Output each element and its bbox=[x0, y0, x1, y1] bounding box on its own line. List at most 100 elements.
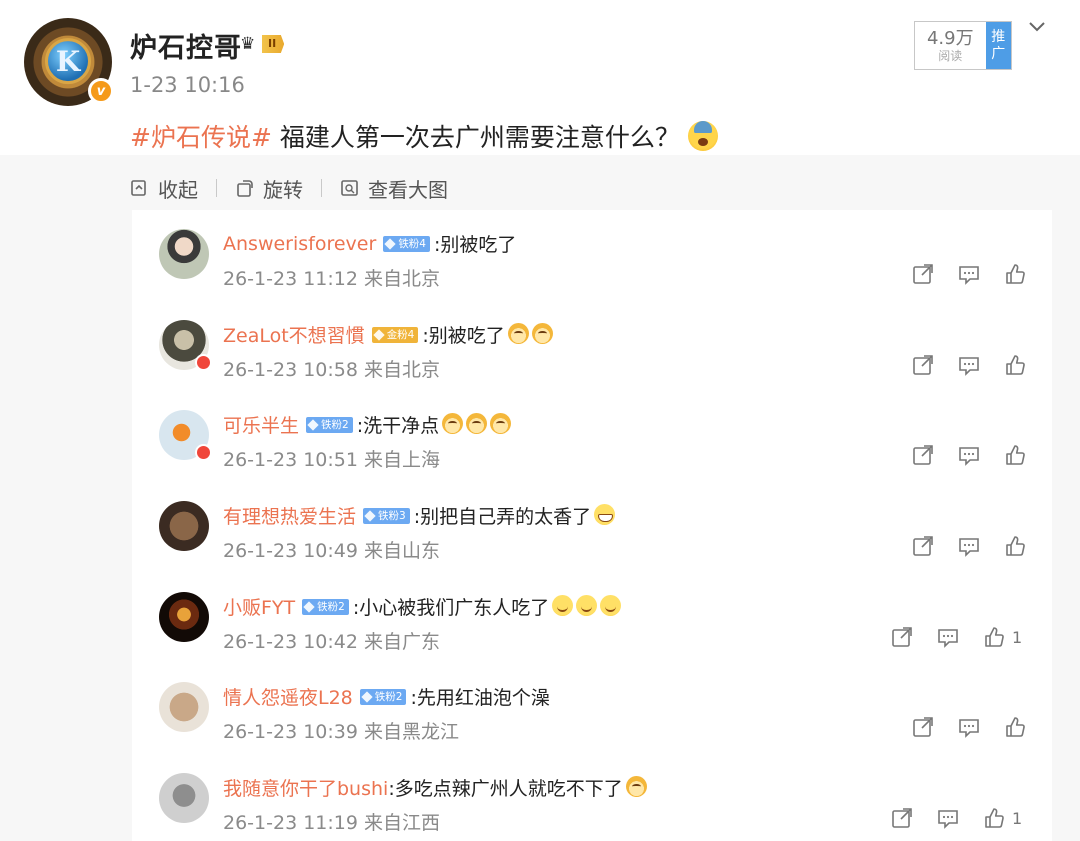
promote-label-2: 广 bbox=[991, 45, 1006, 62]
rotate-icon bbox=[237, 180, 253, 197]
share-icon[interactable] bbox=[890, 806, 914, 830]
commenter-name[interactable]: 小贩FYT bbox=[223, 593, 295, 620]
view-large-button[interactable]: 查看大图 bbox=[340, 174, 448, 203]
level-tag: II bbox=[262, 35, 285, 53]
comments-list: Answerisforever 铁粉4:别被吃了 26-1-23 11:12 来自北… bbox=[132, 210, 1052, 841]
diamond-icon bbox=[307, 418, 319, 431]
verified-badge-icon bbox=[195, 444, 212, 461]
fan-badge-label: 铁粉3 bbox=[378, 509, 406, 522]
collapse-button[interactable]: 收起 bbox=[130, 174, 198, 203]
author-name[interactable]: 炉石控哥 bbox=[130, 26, 242, 65]
share-icon[interactable] bbox=[911, 534, 935, 558]
like-icon[interactable] bbox=[1003, 715, 1027, 739]
comment-line: 小贩FYT 铁粉2:小心被我们广东人吃了 bbox=[223, 593, 622, 620]
diamond-icon bbox=[361, 690, 373, 703]
member-level-badge[interactable]: ♛ II bbox=[240, 33, 302, 55]
like-icon[interactable] bbox=[1003, 534, 1027, 558]
fan-badge-label: 铁粉2 bbox=[321, 418, 349, 431]
comment-text: :小心被我们广东人吃了 bbox=[352, 597, 550, 619]
commenter-name[interactable]: 可乐半生 bbox=[223, 411, 299, 438]
like-icon[interactable] bbox=[982, 625, 1006, 649]
dog-emoji-icon bbox=[442, 413, 464, 434]
avatar-image bbox=[159, 501, 209, 551]
fan-badge[interactable]: 铁粉3 bbox=[363, 507, 410, 524]
comment-item: 有理想热爱生活 铁粉3:别把自己弄的太香了 26-1-23 10:49 来自山东 bbox=[132, 482, 1052, 573]
like-icon[interactable] bbox=[1003, 353, 1027, 377]
commenter-avatar[interactable] bbox=[159, 410, 212, 461]
avatar-image bbox=[159, 773, 209, 823]
commenter-avatar[interactable] bbox=[159, 501, 209, 551]
like-icon[interactable] bbox=[1003, 262, 1027, 286]
verified-badge-icon: v bbox=[88, 78, 114, 104]
scared-emoji-icon bbox=[687, 121, 718, 151]
fan-badge[interactable]: 金粉4 bbox=[371, 326, 419, 343]
rotate-button[interactable]: 旋转 bbox=[235, 174, 303, 203]
hashtag-link[interactable]: #炉石传说# bbox=[130, 118, 272, 154]
like-icon[interactable] bbox=[982, 806, 1006, 830]
promote-label-1: 推 bbox=[991, 28, 1006, 45]
commenter-name[interactable]: 有理想热爱生活 bbox=[223, 502, 356, 529]
comment-icon[interactable] bbox=[936, 806, 960, 830]
comment-icon[interactable] bbox=[957, 443, 981, 467]
fan-badge[interactable]: 铁粉2 bbox=[302, 598, 349, 615]
comment-line: 情人怨遥夜L28 铁粉2:先用红油泡个澡 bbox=[223, 683, 550, 710]
comment-icon[interactable] bbox=[957, 715, 981, 739]
view-large-label: 查看大图 bbox=[368, 177, 448, 202]
promote-button[interactable]: 推 广 bbox=[985, 22, 1011, 69]
comment-line: 有理想热爱生活 铁粉3 :别把自己弄的太香了 bbox=[223, 502, 616, 529]
comment-item: 可乐半生 铁粉2:洗干净点 26-1-23 10:51 来自上海 bbox=[132, 391, 1052, 482]
smile-emoji-icon bbox=[576, 595, 598, 616]
commenter-name[interactable]: 我随意你干了bushi bbox=[223, 774, 388, 801]
smile-emoji-icon bbox=[552, 595, 574, 616]
like-icon[interactable] bbox=[1003, 443, 1027, 467]
comment-meta: 26-1-23 11:12 来自北京 bbox=[223, 268, 440, 290]
comment-meta: 26-1-23 11:19 来自江西 bbox=[223, 812, 440, 834]
diamond-icon bbox=[364, 509, 376, 522]
comment-meta: 26-1-23 10:51 来自上海 bbox=[223, 449, 440, 471]
author-avatar[interactable]: K v bbox=[24, 18, 114, 106]
commenter-avatar[interactable] bbox=[159, 320, 212, 371]
verified-badge-icon bbox=[195, 354, 212, 371]
commenter-name[interactable]: ZeaLot不想習慣 bbox=[223, 321, 365, 348]
fan-badge[interactable]: 铁粉2 bbox=[359, 688, 407, 705]
comment-item: 情人怨遥夜L28 铁粉2:先用红油泡个澡 26-1-23 10:39 来自黑龙江 bbox=[132, 663, 1052, 754]
commenter-name[interactable]: Answerisforever bbox=[223, 233, 376, 255]
commenter-avatar[interactable] bbox=[159, 592, 209, 642]
share-icon[interactable] bbox=[911, 715, 935, 739]
share-icon[interactable] bbox=[890, 625, 914, 649]
comment-line: Answerisforever 铁粉4:别被吃了 bbox=[223, 230, 516, 257]
share-icon[interactable] bbox=[911, 262, 935, 286]
dog-emoji-icon bbox=[466, 413, 488, 434]
comment-item: ZeaLot不想習慣 金粉4:别被吃了 26-1-23 10:58 来自北京 bbox=[132, 301, 1052, 392]
commenter-name[interactable]: 情人怨遥夜L28 bbox=[223, 683, 353, 710]
comment-text: :别把自己弄的太香了 bbox=[413, 506, 592, 528]
comment-actions bbox=[911, 353, 1027, 377]
dog-emoji-icon bbox=[490, 413, 512, 434]
comment-meta: 26-1-23 10:39 来自黑龙江 bbox=[223, 721, 459, 743]
comment-icon[interactable] bbox=[957, 534, 981, 558]
comment-item: 小贩FYT 铁粉2:小心被我们广东人吃了 26-1-23 10:42 来自广东 1 bbox=[132, 573, 1052, 664]
rotate-label: 旋转 bbox=[263, 177, 303, 202]
commenter-avatar[interactable] bbox=[159, 773, 209, 823]
toolbar-divider bbox=[321, 179, 322, 197]
commenter-avatar[interactable] bbox=[159, 682, 209, 732]
comment-icon[interactable] bbox=[957, 353, 981, 377]
comment-text: :别被吃了 bbox=[434, 234, 517, 256]
commenter-avatar[interactable] bbox=[159, 229, 209, 279]
share-icon[interactable] bbox=[911, 443, 935, 467]
chevron-down-icon[interactable] bbox=[1028, 18, 1046, 36]
comment-icon[interactable] bbox=[957, 262, 981, 286]
smile-emoji-icon bbox=[600, 595, 622, 616]
share-icon[interactable] bbox=[911, 353, 935, 377]
read-stat: 4.9万 阅读 bbox=[915, 22, 986, 69]
avatar-image bbox=[159, 592, 209, 642]
fan-badge[interactable]: 铁粉4 bbox=[383, 235, 430, 252]
fan-badge[interactable]: 铁粉2 bbox=[306, 416, 353, 433]
comment-meta: 26-1-23 10:42 来自广东 bbox=[223, 631, 440, 653]
comment-actions bbox=[911, 262, 1027, 286]
comment-actions bbox=[911, 443, 1027, 467]
diamond-icon bbox=[303, 600, 315, 613]
post-timestamp[interactable]: 1-23 10:16 bbox=[130, 73, 245, 97]
comment-icon[interactable] bbox=[936, 625, 960, 649]
crown-icon: ♛ bbox=[240, 34, 256, 54]
